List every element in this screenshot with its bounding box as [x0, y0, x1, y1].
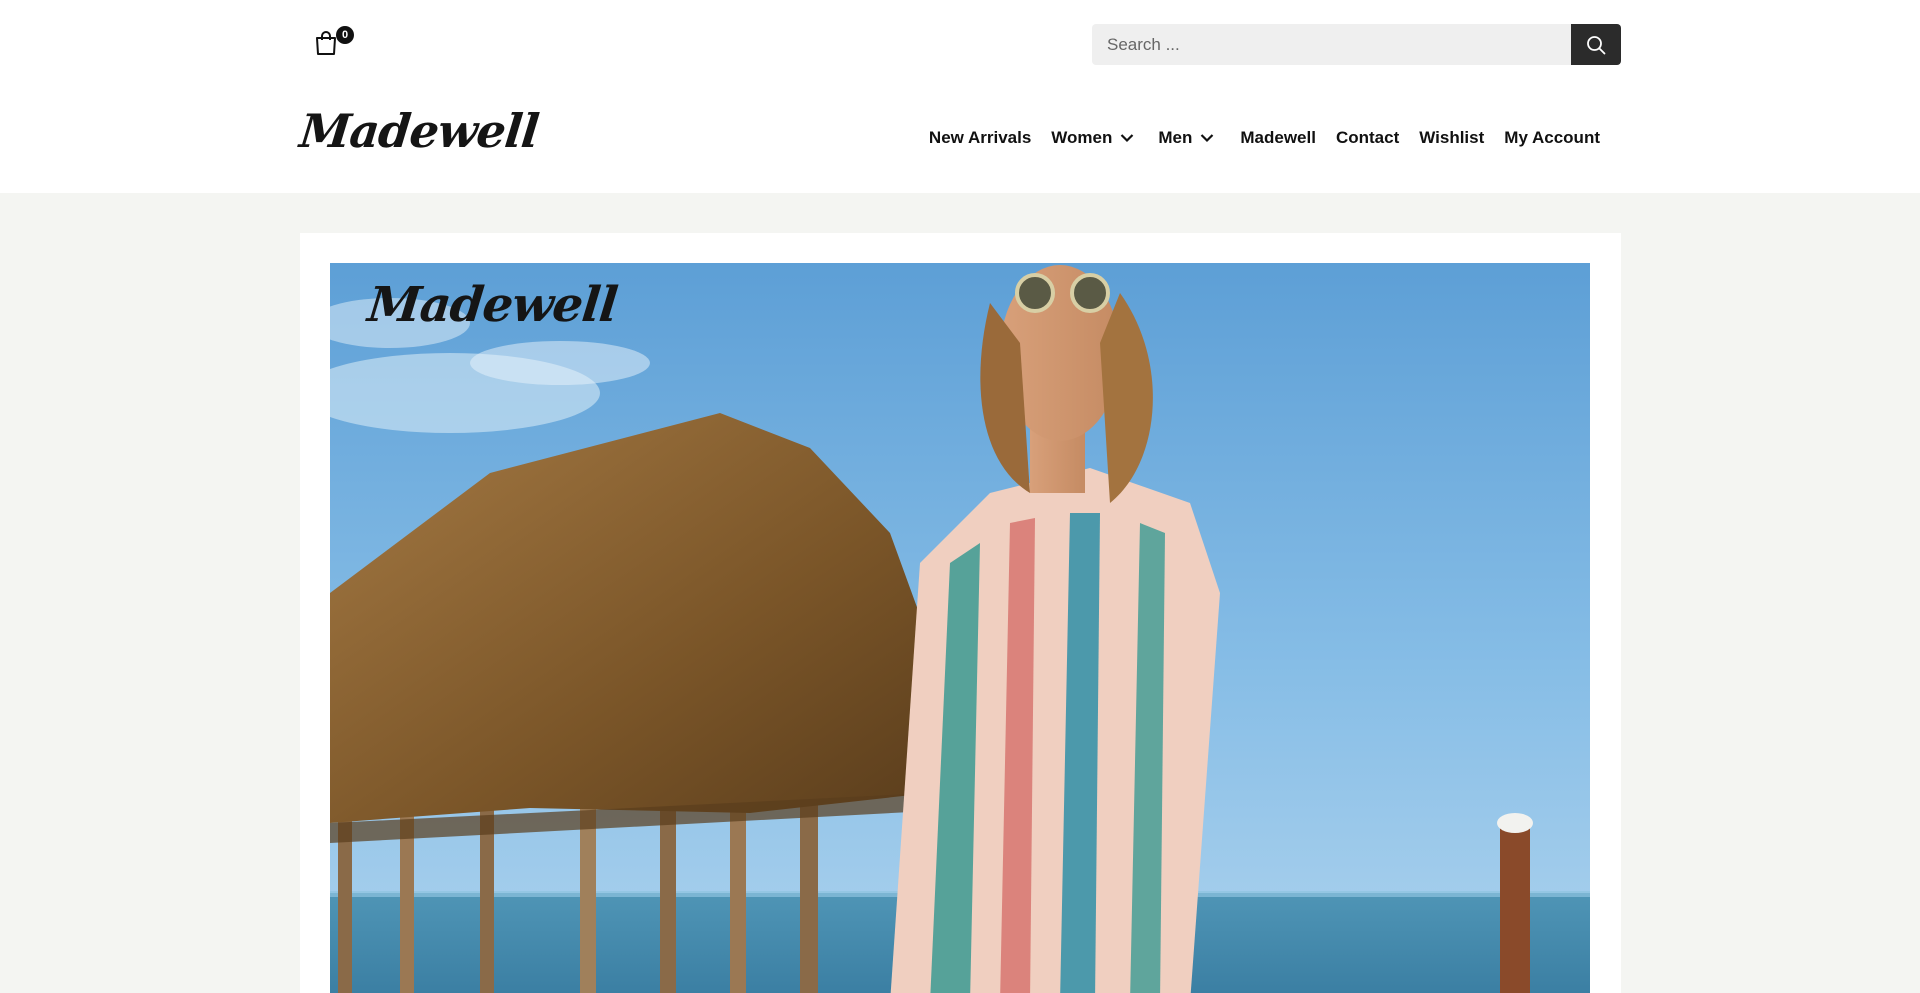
main-nav: New Arrivals Women Men Madewell Contact …	[919, 128, 1610, 148]
nav-item-new-arrivals[interactable]: New Arrivals	[919, 128, 1041, 148]
search-icon	[1587, 35, 1606, 54]
search-input[interactable]	[1092, 24, 1571, 65]
nav-item-label: Wishlist	[1419, 128, 1485, 147]
nav-item-madewell[interactable]: Madewell	[1230, 128, 1326, 148]
hero-logo: Madewell	[365, 277, 620, 333]
nav-item-label: New Arrivals	[928, 128, 1032, 147]
search-form	[1092, 24, 1621, 65]
nav-item-contact[interactable]: Contact	[1326, 128, 1409, 148]
chevron-down-icon	[1120, 133, 1134, 143]
nav-item-label: Madewell	[1240, 128, 1316, 147]
site-logo[interactable]: Madewell	[297, 104, 541, 158]
nav-item-label: My Account	[1504, 128, 1600, 147]
cart-button[interactable]: 0	[314, 26, 354, 58]
shopping-bag-icon	[316, 31, 336, 55]
chevron-down-icon	[1200, 133, 1214, 143]
nav-item-men[interactable]: Men	[1148, 128, 1224, 148]
site-header: 0 Madewell New Arrivals Women Men	[0, 0, 1920, 193]
nav-item-women[interactable]: Women	[1041, 128, 1144, 148]
hero-image	[330, 263, 1590, 993]
nav-item-wishlist[interactable]: Wishlist	[1409, 128, 1494, 148]
search-button[interactable]	[1571, 24, 1621, 65]
nav-item-my-account[interactable]: My Account	[1494, 128, 1610, 148]
nav-item-label: Women	[1051, 128, 1113, 147]
nav-item-label: Contact	[1335, 128, 1400, 147]
hero-banner[interactable]: Madewell	[330, 263, 1590, 993]
nav-item-label: Men	[1158, 128, 1193, 147]
cart-count-badge: 0	[336, 26, 354, 44]
main-content: Madewell	[300, 233, 1621, 993]
